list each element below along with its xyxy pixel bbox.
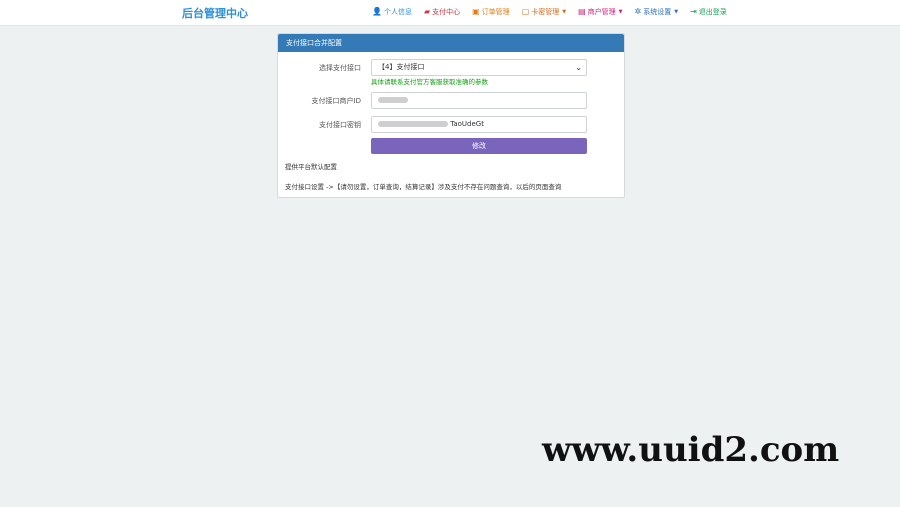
top-navbar: 后台管理中心 👤 个人信息 ▰ 支付中心 ▣ 订单管理 ▢ 卡密管理 ▼ ▤ 商…: [0, 0, 900, 26]
chevron-down-icon: ⌄: [575, 63, 582, 72]
panel-title: 支付接口合并配置: [278, 34, 624, 52]
secret-value: TaoUdeGt: [450, 120, 484, 128]
gear-icon: ✲: [634, 7, 642, 16]
secret-input[interactable]: TaoUdeGt: [371, 116, 587, 133]
caret-down-icon: ▼: [618, 9, 623, 15]
channel-label: 选择支付接口: [319, 64, 361, 72]
masked-value: [378, 97, 408, 103]
nav-item-payment[interactable]: ▰ 支付中心: [424, 7, 460, 17]
logout-icon: ⇥: [690, 7, 697, 16]
nav-label: 系统设置: [643, 8, 672, 16]
nav-label: 退出登录: [698, 8, 727, 16]
channel-selected-value: 【4】支付接口: [378, 63, 425, 71]
merchant-id-label: 支付接口商户ID: [311, 97, 361, 105]
merchant-id-input[interactable]: [371, 92, 587, 109]
user-icon: 👤: [372, 7, 382, 16]
nav-item-merchants[interactable]: ▤ 商户管理 ▼: [578, 7, 622, 17]
masked-value: [378, 121, 448, 127]
nav-label: 商户管理: [587, 8, 616, 16]
nav-item-settings[interactable]: ✲ 系统设置 ▼: [635, 7, 679, 17]
brand-title[interactable]: 后台管理中心: [182, 5, 248, 21]
nav-label: 个人信息: [383, 8, 412, 16]
caret-down-icon: ▼: [674, 9, 679, 15]
briefcase-icon: ▣: [472, 7, 480, 16]
nav-label: 卡密管理: [531, 8, 560, 16]
channel-select[interactable]: 【4】支付接口 ⌄: [371, 59, 587, 76]
config-panel: 支付接口合并配置 选择支付接口 【4】支付接口 ⌄ 具体请联系支付官方客服获取准…: [277, 33, 625, 198]
window-icon: ▢: [521, 7, 530, 16]
channel-hint: 具体请联系支付官方客服获取准确的参数: [371, 78, 488, 86]
nav-item-orders[interactable]: ▣ 订单管理: [472, 7, 510, 17]
secret-label: 支付接口密钥: [319, 121, 361, 129]
car-icon: ▰: [423, 7, 431, 16]
book-icon: ▤: [578, 7, 586, 16]
nav-label: 订单管理: [481, 8, 510, 16]
nav-item-cards[interactable]: ▢ 卡密管理 ▼: [522, 7, 566, 17]
main-nav: 👤 个人信息 ▰ 支付中心 ▣ 订单管理 ▢ 卡密管理 ▼ ▤ 商户管理 ▼ ✲…: [372, 7, 727, 17]
nav-item-profile[interactable]: 👤 个人信息: [372, 7, 412, 17]
caret-down-icon: ▼: [562, 9, 567, 15]
default-config-note: 提供平台默认配置: [285, 163, 337, 171]
usage-note: 支付接口设置 ->【请勿设置，订单查询，结算记录】涉及支付不存在问题查询，以后的…: [285, 183, 562, 191]
nav-label: 支付中心: [432, 8, 461, 16]
nav-item-logout[interactable]: ⇥ 退出登录: [690, 7, 727, 17]
watermark-text: www.uuid2.com: [542, 430, 840, 470]
submit-button[interactable]: 修改: [371, 138, 587, 154]
